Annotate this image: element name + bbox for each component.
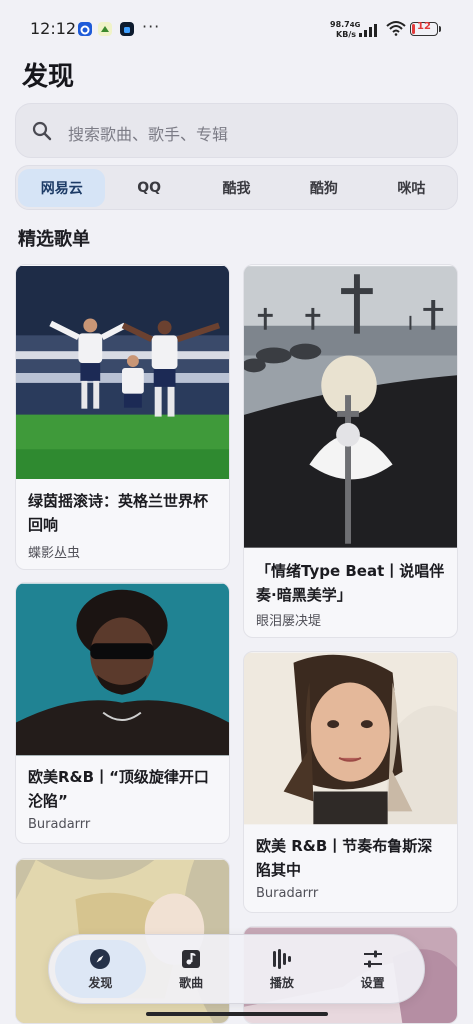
app-notification-icon-1	[78, 22, 92, 36]
waveform-icon	[272, 949, 291, 969]
playlist-cover-image	[244, 652, 457, 825]
speed-value: 98.7	[330, 20, 350, 29]
battery-level: 12	[417, 21, 431, 32]
more-notifications-icon: ···	[142, 17, 161, 36]
signal-icon	[358, 22, 380, 41]
playlist-cover-image	[16, 266, 229, 479]
playlist-author: 蝶影丛虫	[28, 546, 81, 561]
nav-label: 播放	[269, 976, 294, 990]
playlist-card[interactable]: 欧美R&B丨“顶级旋律开口沦陷” Buradarrr	[15, 582, 230, 844]
status-bar: 12:12 ··· 98.74G KB/s 12	[0, 0, 473, 60]
wifi-icon	[386, 20, 406, 40]
search-icon	[32, 121, 52, 145]
nav-label: 设置	[360, 976, 385, 990]
music-library-icon	[182, 950, 201, 968]
playlist-cover-image	[16, 583, 229, 756]
playlist-author: 眼泪屡决堤	[256, 614, 322, 629]
playlist-title: 绿茵摇滚诗：英格兰世界杯回响	[28, 492, 209, 534]
playlist-cover-image	[244, 266, 457, 548]
nav-label: 发现	[88, 976, 113, 990]
playlist-title: 「情绪Type Beat丨说唱伴奏·暗黑美学」	[256, 562, 445, 604]
playlist-card[interactable]: 「情绪Type Beat丨说唱伴奏·暗黑美学」 眼泪屡决堤	[243, 264, 458, 638]
nav-label: 歌曲	[179, 976, 204, 990]
playlist-author: Buradarrr	[256, 886, 319, 901]
tab-kuwo[interactable]: 酷我	[193, 169, 280, 207]
sliders-icon	[363, 950, 382, 968]
search-placeholder: 搜索歌曲、歌手、专辑	[68, 125, 229, 144]
network-speed: 98.74G KB/s	[330, 20, 360, 39]
app-notification-icon-3	[120, 22, 134, 36]
playlist-title: 欧美 R&B丨节奏布鲁斯深陷其中	[256, 837, 433, 879]
section-title: 精选歌单	[18, 229, 90, 250]
tab-netease[interactable]: 网易云	[18, 168, 106, 207]
speed-unit: KB/s	[336, 30, 356, 39]
nav-songs[interactable]: 歌曲	[146, 940, 237, 998]
nav-player[interactable]: 播放	[237, 940, 328, 998]
tab-qq[interactable]: QQ	[105, 169, 192, 207]
nav-settings[interactable]: 设置	[327, 940, 418, 998]
bottom-nav: 发现 歌曲 播放 设置	[48, 934, 425, 1004]
playlist-card[interactable]: 绿茵摇滚诗：英格兰世界杯回响 蝶影丛虫	[15, 264, 230, 570]
playlist-title: 欧美R&B丨“顶级旋律开口沦陷”	[28, 768, 209, 810]
playlist-card[interactable]: 欧美 R&B丨节奏布鲁斯深陷其中 Buradarrr	[243, 651, 458, 913]
home-indicator[interactable]	[146, 1012, 328, 1016]
battery-tip	[439, 26, 441, 32]
status-time: 12:12	[30, 19, 77, 38]
nav-discover[interactable]: 发现	[55, 940, 146, 998]
search-input[interactable]: 搜索歌曲、歌手、专辑	[15, 103, 458, 158]
tab-migu[interactable]: 咪咕	[368, 169, 455, 207]
playlist-author: Buradarrr	[28, 817, 91, 832]
source-tabs: 网易云 QQ 酷我 酷狗 咪咕	[15, 165, 458, 210]
tab-kugou[interactable]: 酷狗	[280, 169, 367, 207]
page-title: 发现	[22, 62, 75, 92]
app-notification-icon-2	[98, 22, 112, 36]
battery-icon: 12	[410, 21, 438, 36]
compass-icon	[90, 949, 111, 969]
